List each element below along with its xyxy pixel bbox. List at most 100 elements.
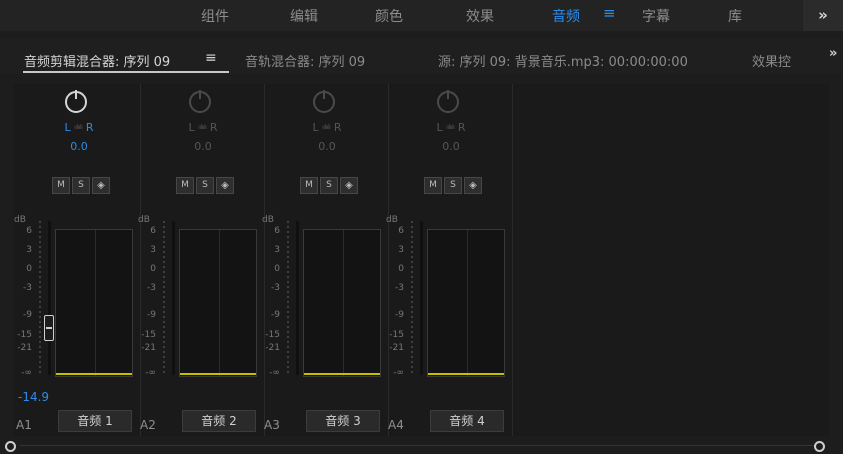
pan-right-label: R — [85, 121, 94, 134]
volume-fader-track[interactable] — [420, 221, 423, 375]
tab-audio-clip-mixer[interactable]: 音频剪辑混合器: 序列 09 — [24, 51, 170, 70]
keyframe-icon[interactable]: ◈ — [464, 177, 482, 194]
volume-fader-track[interactable] — [48, 221, 51, 375]
db-scale — [39, 221, 41, 373]
db-tick-label: 0 — [150, 264, 156, 274]
workspace-color[interactable]: 颜色 — [375, 6, 403, 26]
workspace-effects[interactable]: 效果 — [466, 6, 494, 26]
pan-right-label: R — [333, 121, 342, 134]
solo-button[interactable]: S — [320, 177, 338, 194]
db-tick-label: 0 — [398, 264, 404, 274]
db-label: dB — [262, 215, 274, 225]
workspace-libraries[interactable]: 库 — [728, 6, 742, 26]
channel-id: A1 — [16, 418, 32, 432]
tab-effect-controls[interactable]: 效果控 — [752, 51, 791, 70]
mute-button[interactable]: M — [176, 177, 194, 194]
db-tick-label: -∞ — [21, 368, 32, 378]
channel-id: A2 — [140, 418, 156, 432]
db-tick-label: -9 — [147, 310, 156, 320]
db-label: dB — [386, 215, 398, 225]
mute-button[interactable]: M — [300, 177, 318, 194]
pan-left-label: L — [188, 121, 195, 134]
level-meter — [179, 229, 257, 377]
db-tick-label: -3 — [395, 283, 404, 293]
pan-meter-icon: ıılıılı — [322, 124, 331, 131]
volume-value[interactable]: -14.9 — [18, 390, 49, 404]
pan-right-label: R — [457, 121, 466, 134]
solo-button[interactable]: S — [72, 177, 90, 194]
pan-lr-indicator: L ıılıılı R — [266, 121, 388, 134]
scrollbar-track — [20, 445, 814, 446]
scrollbar-right-handle[interactable] — [814, 441, 825, 452]
scrollbar-left-handle[interactable] — [5, 441, 16, 452]
channel-strip-a1: L ıılıılı R 0.0 M S ◈ dB 6 3 0 -3 -9 -15 -21 -∞ -14.9 A… — [14, 84, 141, 436]
db-tick-label: -15 — [17, 330, 32, 340]
db-tick-label: -3 — [147, 283, 156, 293]
keyframe-icon[interactable]: ◈ — [92, 177, 110, 194]
db-tick-label: -3 — [271, 283, 280, 293]
db-label: dB — [138, 215, 150, 225]
double-chevron-right-icon[interactable]: » — [803, 0, 843, 31]
audio-clip-mixer-panel: L ıılıılı R 0.0 M S ◈ dB 6 3 0 -3 -9 -15 -21 -∞ -14.9 A… — [14, 84, 829, 436]
pan-left-label: L — [64, 121, 71, 134]
pan-value[interactable]: 0.0 — [390, 140, 512, 153]
db-tick-label: -∞ — [393, 368, 404, 378]
db-tick-label: -15 — [265, 330, 280, 340]
meter-floor-line — [56, 373, 132, 375]
db-tick-label: -21 — [389, 343, 404, 353]
solo-button[interactable]: S — [196, 177, 214, 194]
db-tick-label: 6 — [274, 226, 280, 236]
tab-source-monitor[interactable]: 源: 序列 09: 背景音乐.mp3: 00:00:00:00 — [438, 51, 688, 70]
volume-fader-track[interactable] — [172, 221, 175, 375]
db-tick-label: 6 — [398, 226, 404, 236]
hamburger-menu-icon[interactable]: ≡ — [603, 4, 616, 22]
pan-left-label: L — [436, 121, 443, 134]
hamburger-menu-icon[interactable]: ≡ — [205, 50, 217, 66]
db-tick-label: -15 — [141, 330, 156, 340]
keyframe-icon[interactable]: ◈ — [340, 177, 358, 194]
db-scale — [411, 221, 413, 373]
db-tick-label: -∞ — [269, 368, 280, 378]
double-chevron-right-icon[interactable]: » — [829, 46, 837, 61]
keyframe-icon[interactable]: ◈ — [216, 177, 234, 194]
db-tick-label: 0 — [274, 264, 280, 274]
pan-value[interactable]: 0.0 — [266, 140, 388, 153]
channel-strip-a4: L ıılıılı R 0.0 M S ◈ dB 6 3 0 -3 -9 -15 -21 -∞ A4 音频 4 — [386, 84, 513, 436]
db-tick-label: -21 — [141, 343, 156, 353]
pan-left-label: L — [312, 121, 319, 134]
mute-button[interactable]: M — [52, 177, 70, 194]
workspace-editing[interactable]: 编辑 — [290, 6, 318, 26]
db-tick-label: -21 — [17, 343, 32, 353]
pan-knob-icon[interactable] — [436, 89, 460, 113]
pan-knob-icon[interactable] — [312, 89, 336, 113]
pan-value[interactable]: 0.0 — [18, 140, 140, 153]
db-tick-label: -15 — [389, 330, 404, 340]
track-name: 音频 2 — [182, 410, 256, 432]
pan-knob-icon[interactable] — [188, 89, 212, 113]
db-tick-label: -9 — [23, 310, 32, 320]
solo-button[interactable]: S — [444, 177, 462, 194]
db-label: dB — [14, 215, 26, 225]
channel-id: A4 — [388, 418, 404, 432]
mute-button[interactable]: M — [424, 177, 442, 194]
level-meter — [55, 229, 133, 377]
workspace-captions[interactable]: 字幕 — [642, 6, 670, 26]
db-tick-label: 0 — [26, 264, 32, 274]
workspace-bar: 组件 编辑 颜色 效果 音频 ≡ 字幕 库 » — [0, 0, 843, 31]
pan-value[interactable]: 0.0 — [142, 140, 264, 153]
db-tick-label: 3 — [274, 245, 280, 255]
channel-strip-a2: L ıılıılı R 0.0 M S ◈ dB 6 3 0 -3 -9 -15 -21 -∞ A2 音频 2 — [138, 84, 265, 436]
workspace-audio[interactable]: 音频 — [552, 6, 580, 26]
track-name: 音频 1 — [58, 410, 132, 432]
pan-knob-icon[interactable] — [64, 89, 88, 113]
db-scale — [287, 221, 289, 373]
db-tick-label: 3 — [398, 245, 404, 255]
workspace-assembly[interactable]: 组件 — [201, 6, 229, 26]
meter-floor-line — [428, 373, 504, 375]
tab-audio-track-mixer[interactable]: 音轨混合器: 序列 09 — [245, 51, 365, 70]
volume-fader-handle[interactable] — [44, 315, 54, 341]
volume-fader-track[interactable] — [296, 221, 299, 375]
db-tick-label: 3 — [150, 245, 156, 255]
track-name: 音频 3 — [306, 410, 380, 432]
db-tick-label: -9 — [395, 310, 404, 320]
